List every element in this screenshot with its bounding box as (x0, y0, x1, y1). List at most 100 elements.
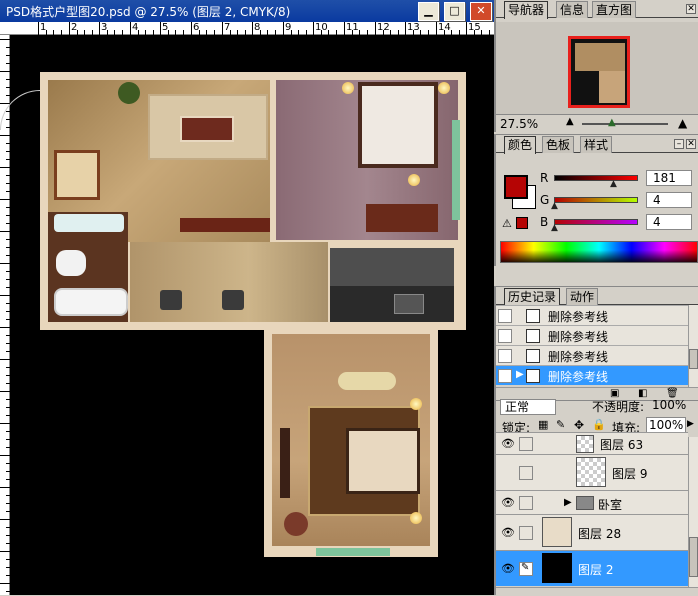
document-title-bar[interactable]: PSD格式户型图20.psd @ 27.5% (图层 2, CMYK/8) ▁ … (0, 0, 494, 22)
foreground-color-swatch[interactable] (504, 175, 528, 199)
layer-link-box[interactable] (519, 526, 533, 540)
ruler-minor-tick (6, 87, 10, 88)
blend-mode-select[interactable]: 正常 (500, 399, 556, 415)
layer-thumbnail (576, 457, 606, 487)
lock-position-icon[interactable]: ✥ (574, 418, 584, 432)
history-item-checkbox[interactable] (498, 329, 512, 343)
ruler-major-tick (191, 22, 192, 35)
navigator-zoom-value[interactable]: 27.5% (500, 117, 538, 131)
ruler-minor-tick (153, 30, 154, 35)
channel-slider-track[interactable] (554, 219, 638, 225)
tab-actions[interactable]: 动作 (566, 288, 599, 305)
channel-value-input[interactable]: 4 (646, 214, 692, 230)
history-scrollbar[interactable] (688, 305, 698, 387)
tab-navigator[interactable]: 导航器 (504, 1, 549, 19)
ruler-minor-tick (6, 527, 10, 528)
ruler-minor-tick (6, 495, 10, 496)
close-button[interactable]: ✕ (470, 2, 492, 21)
panel-collapse-icon[interactable]: – (674, 139, 684, 149)
visibility-eye-icon[interactable]: 👁 (500, 496, 516, 510)
zoom-slider-track[interactable] (582, 123, 668, 125)
ruler-minor-tick (367, 30, 368, 35)
history-item-checkbox[interactable] (498, 369, 512, 383)
visibility-eye-icon[interactable]: 👁 (500, 562, 516, 576)
tab-swatches[interactable]: 色板 (542, 136, 575, 153)
history-item-checkbox[interactable] (498, 309, 512, 323)
ruler-minor-tick (291, 30, 292, 35)
warning-icon[interactable]: ⚠ (502, 217, 512, 230)
layer-link-box[interactable] (519, 437, 533, 451)
history-item-label: 删除参考线 (548, 330, 609, 344)
layer-link-box[interactable] (519, 466, 533, 480)
zoom-in-icon[interactable]: ▲ (678, 116, 687, 130)
ruler-minor-tick (122, 30, 123, 35)
desk (366, 204, 438, 232)
tab-history[interactable]: 历史记录 (504, 288, 561, 306)
group-expand-icon[interactable]: ▶ (564, 497, 572, 508)
fill-input[interactable]: 100% (646, 417, 686, 433)
fill-dropdown-icon[interactable]: ▶ (687, 419, 694, 429)
ruler-minor-tick (6, 591, 10, 592)
channel-slider-track[interactable] (554, 175, 638, 181)
layer-row[interactable]: 👁 图层 28 (496, 514, 688, 550)
layer-link-box[interactable] (519, 496, 533, 510)
layer-row[interactable]: 图层 9 (496, 454, 688, 490)
panel-close-icon[interactable]: ✕ (686, 4, 696, 14)
lock-transparency-icon[interactable]: ▦ (538, 418, 548, 431)
ruler-minor-tick (214, 30, 215, 35)
ruler-major-tick (160, 22, 161, 35)
layer-group-row[interactable]: 👁 ▶ 卧室 (496, 490, 688, 514)
maximize-button[interactable]: □ (444, 2, 465, 21)
bathroom-sink (54, 214, 124, 232)
visibility-eye-icon[interactable]: 👁 (500, 526, 516, 540)
ruler-minor-tick (6, 407, 10, 408)
history-item[interactable]: 删除参考线 (496, 325, 688, 345)
window-glass (452, 120, 460, 220)
channel-slider-thumb[interactable]: ▲ (610, 179, 617, 189)
layer-name: 卧室 (598, 498, 623, 512)
channel-slider-track[interactable] (554, 197, 638, 203)
navigator-thumb-top (575, 43, 625, 71)
history-item[interactable]: 删除参考线 (496, 345, 688, 365)
panel-close-icon[interactable]: ✕ (686, 139, 696, 149)
history-item[interactable]: ▶ 删除参考线 (496, 365, 688, 385)
channel-value-input[interactable]: 181 (646, 170, 692, 186)
ruler-minor-tick (6, 63, 10, 64)
visibility-eye-icon[interactable] (500, 466, 516, 480)
layer-row[interactable]: 👁 图层 63 (496, 432, 688, 454)
channel-value-input[interactable]: 4 (646, 192, 692, 208)
gamut-warning-swatch[interactable] (516, 217, 528, 229)
tab-info[interactable]: 信息 (556, 1, 589, 18)
minimize-button[interactable]: ▁ (418, 2, 439, 21)
tab-histogram[interactable]: 直方图 (592, 1, 637, 18)
ruler-minor-tick (61, 30, 62, 35)
lock-image-icon[interactable]: ✎ (556, 418, 565, 431)
ruler-minor-tick (6, 535, 10, 536)
fill-value: 100% (649, 418, 684, 432)
visibility-eye-icon[interactable]: 👁 (500, 437, 516, 451)
layer-row[interactable]: 👁 ✎ 图层 2 (496, 550, 688, 586)
opacity-value[interactable]: 100% (652, 398, 686, 412)
zoom-slider-thumb[interactable]: ▲ (608, 117, 616, 128)
layer-name: 图层 28 (578, 527, 622, 541)
lock-all-icon[interactable]: 🔒 (592, 418, 606, 431)
layers-scrollbar[interactable] (688, 437, 698, 587)
kitchen-counter (330, 248, 454, 286)
navigator-view-box[interactable] (568, 36, 630, 108)
layer-link-box[interactable]: ✎ (519, 562, 533, 576)
tab-color[interactable]: 颜色 (504, 136, 537, 154)
channel-slider-thumb[interactable]: ▲ (551, 201, 558, 211)
history-item[interactable]: 删除参考线 (496, 305, 688, 325)
lamp-icon (410, 398, 422, 410)
ruler-minor-tick (46, 30, 47, 35)
ruler-minor-tick (6, 175, 10, 176)
history-item-label: 删除参考线 (548, 370, 609, 384)
history-item-checkbox[interactable] (498, 349, 512, 363)
horizontal-ruler[interactable]: 1 2 3 4 5 6 7 8 9 10 11 12 13 14 15 (0, 22, 494, 35)
channel-slider-thumb[interactable]: ▲ (551, 223, 558, 233)
color-spectrum-bar[interactable] (500, 241, 698, 263)
channel-value: 181 (653, 171, 676, 185)
zoom-out-icon[interactable]: ▲ (566, 116, 574, 127)
ruler-major-tick (313, 22, 314, 35)
tab-styles[interactable]: 样式 (580, 136, 613, 153)
